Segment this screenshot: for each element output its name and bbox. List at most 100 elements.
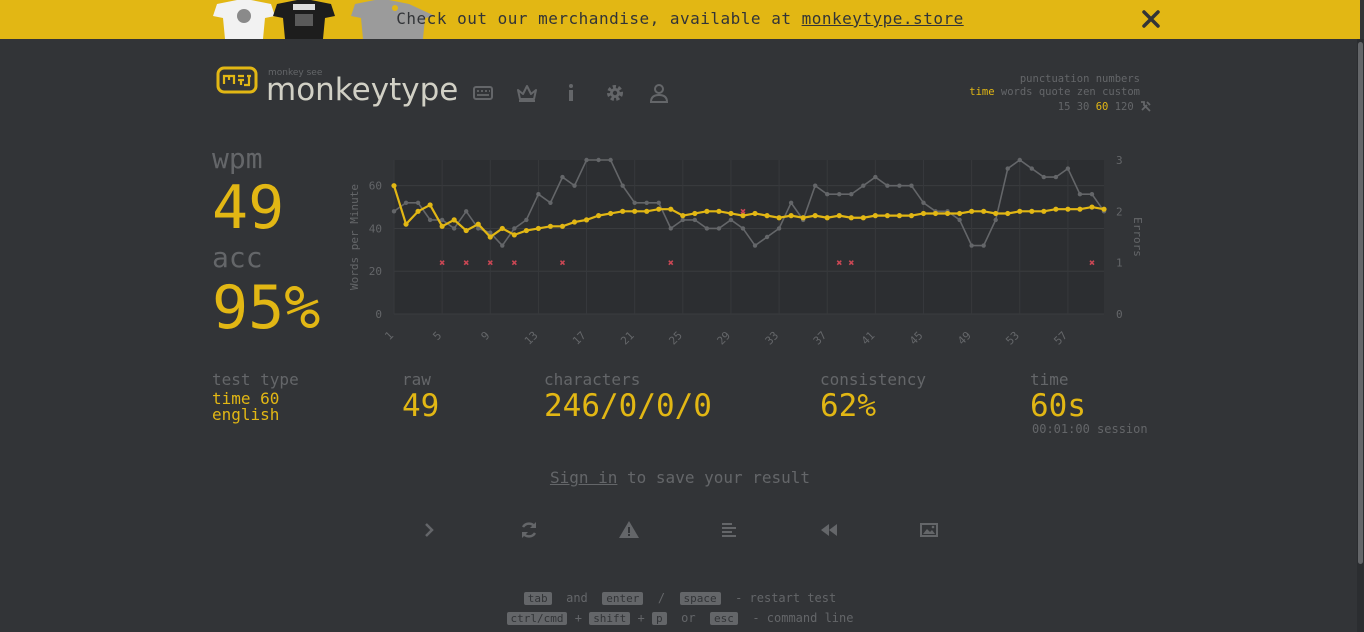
- config-mode-zen[interactable]: zen: [1077, 86, 1096, 98]
- point-wpm: [1041, 208, 1047, 214]
- words-history-icon[interactable]: [718, 519, 740, 541]
- test-type-language: english: [212, 405, 280, 424]
- info-icon[interactable]: [560, 82, 582, 104]
- config-mode-quote[interactable]: quote: [1039, 86, 1071, 98]
- config-mode-time[interactable]: time: [969, 86, 994, 98]
- y2-tick-label: 2: [1116, 205, 1123, 218]
- point-raw: [776, 226, 782, 231]
- key-p: p: [652, 612, 667, 625]
- key-tab: tab: [523, 592, 552, 605]
- point-raw: [1029, 166, 1034, 171]
- point-wpm: [499, 225, 505, 232]
- characters-label: characters: [544, 370, 641, 389]
- point-wpm: [427, 202, 433, 208]
- point-raw: [969, 243, 974, 248]
- point-wpm: [884, 213, 890, 219]
- point-wpm: [956, 210, 963, 217]
- merch-banner: Check out our merchandise, available at …: [0, 0, 1360, 39]
- close-icon[interactable]: [1140, 8, 1162, 30]
- point-wpm: [716, 208, 722, 214]
- signin-link[interactable]: Sign in: [550, 468, 617, 487]
- session-time: 00:01:00 session: [1032, 422, 1148, 436]
- point-wpm: [788, 213, 794, 219]
- point-wpm: [511, 232, 517, 238]
- point-raw: [885, 183, 890, 188]
- point-raw: [764, 234, 770, 240]
- y2-axis-title: Errors: [1131, 217, 1144, 257]
- report-icon[interactable]: [618, 519, 640, 541]
- point-wpm: [1077, 206, 1083, 212]
- key-enter: enter: [602, 592, 644, 605]
- point-raw: [464, 209, 469, 214]
- point-raw: [608, 157, 613, 163]
- x-tick-label: 21: [618, 329, 637, 348]
- point-wpm: [872, 213, 878, 219]
- point-wpm: [812, 213, 818, 219]
- point-raw: [825, 192, 830, 197]
- point-raw: [668, 226, 673, 231]
- config-time-30[interactable]: 30: [1077, 101, 1090, 113]
- point-raw: [1053, 174, 1059, 180]
- point-raw: [620, 183, 625, 188]
- point-raw: [391, 209, 397, 214]
- point-raw: [740, 226, 746, 231]
- monkeytype-logo-icon[interactable]: [216, 66, 258, 94]
- config-mode-custom[interactable]: custom: [1102, 86, 1140, 98]
- logo-title[interactable]: monkeytype: [266, 72, 458, 108]
- point-wpm: [608, 210, 614, 217]
- acc-value: 95%: [212, 273, 321, 343]
- consistency-label: consistency: [820, 370, 926, 389]
- point-raw: [921, 200, 926, 205]
- config-punctuation[interactable]: punctuation: [1020, 73, 1090, 85]
- raw-value: 49: [402, 388, 440, 424]
- y-axis-title: Words per Minute: [348, 184, 361, 290]
- point-wpm: [764, 213, 770, 219]
- point-wpm: [668, 206, 674, 212]
- user-icon[interactable]: [648, 82, 670, 104]
- point-wpm: [848, 215, 854, 221]
- config-numbers[interactable]: numbers: [1096, 73, 1140, 85]
- screenshot-icon[interactable]: [918, 519, 940, 541]
- x-tick-label: 29: [715, 329, 734, 348]
- x-tick-label: 57: [1051, 329, 1070, 348]
- point-wpm: [740, 213, 746, 219]
- gear-icon[interactable]: [604, 82, 626, 104]
- time-label: time: [1030, 370, 1069, 389]
- point-wpm: [704, 208, 710, 214]
- point-raw: [849, 192, 854, 197]
- point-wpm: [463, 227, 469, 234]
- y-tick-label: 0: [375, 308, 382, 321]
- point-wpm: [1089, 204, 1095, 210]
- restart-icon[interactable]: [518, 519, 540, 541]
- y2-tick-label: 3: [1116, 154, 1123, 167]
- point-raw: [451, 226, 457, 231]
- point-wpm: [969, 208, 975, 214]
- signin-prompt: Sign in to save your result: [549, 468, 811, 487]
- point-wpm: [908, 213, 915, 219]
- point-raw: [704, 226, 710, 231]
- x-tick-label: 17: [570, 329, 589, 348]
- y-tick-label: 20: [369, 265, 382, 278]
- point-wpm: [487, 234, 493, 240]
- config-row-modifiers: punctuation numbers: [1020, 73, 1140, 85]
- point-wpm: [692, 210, 698, 217]
- config-time-60[interactable]: 60: [1096, 101, 1109, 113]
- x-tick-label: 41: [859, 329, 878, 348]
- point-raw: [596, 157, 601, 163]
- config-time-120[interactable]: 120: [1115, 101, 1134, 113]
- wpm-chart: 020406001231 5 9 13 17 21 25 29 33 37 41 45 49 53 57Wo…: [348, 154, 1144, 348]
- point-wpm: [559, 223, 566, 229]
- replay-icon[interactable]: [818, 519, 840, 541]
- point-raw: [632, 200, 637, 205]
- point-raw: [1017, 157, 1022, 163]
- point-raw: [572, 183, 577, 188]
- config-mode-words[interactable]: words: [1001, 86, 1033, 98]
- crown-icon[interactable]: [516, 82, 538, 104]
- config-time-15[interactable]: 15: [1058, 101, 1071, 113]
- point-wpm: [680, 213, 686, 219]
- next-test-icon[interactable]: [418, 519, 440, 541]
- wrench-icon[interactable]: [1140, 100, 1152, 112]
- store-link[interactable]: monkeytype.store: [802, 9, 964, 28]
- keyboard-icon[interactable]: [472, 82, 494, 104]
- point-wpm: [776, 215, 782, 221]
